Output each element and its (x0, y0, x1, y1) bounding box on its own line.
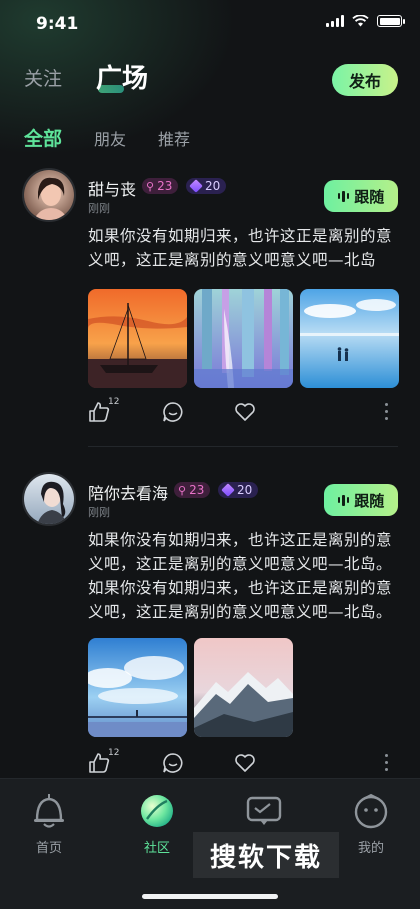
comment-icon (163, 402, 183, 422)
post-photo[interactable] (194, 638, 293, 737)
tab-follow[interactable]: 关注 (24, 64, 62, 91)
follow-label: 跟随 (354, 188, 385, 206)
more-options-icon[interactable] (385, 403, 388, 420)
level-badge: ⚲ 23 (142, 178, 179, 194)
gem-badge: 20 (186, 178, 227, 194)
post-text: 如果你没有如期归来，也许这正是离别的意义吧，这正是离别的意义吧意义吧—北岛。如果… (88, 531, 393, 621)
username[interactable]: 甜与丧 (88, 176, 136, 200)
more-options-icon[interactable] (385, 754, 388, 771)
like-count: 12 (108, 748, 120, 758)
sub-tabs: 全部 朋友 推荐 (24, 124, 222, 151)
bell-icon (34, 794, 64, 828)
tab-square-label: 广场 (96, 64, 149, 94)
post-photo[interactable] (300, 289, 399, 388)
top-nav: 关注 广场 发布 (0, 58, 420, 98)
username[interactable]: 陪你去看海 (88, 480, 168, 504)
post-text: 如果你没有如期归来，也许这正是离别的意义吧，这正是离别的意义吧意义吧—北岛 (88, 227, 393, 269)
avatar[interactable] (22, 168, 76, 222)
post-actions: 12 (88, 748, 398, 778)
subtab-recommend[interactable]: 推荐 (158, 126, 190, 150)
level-badge-value: 23 (189, 483, 205, 497)
tab-messages[interactable] (229, 791, 299, 831)
gem-icon (189, 179, 203, 193)
post-photo[interactable] (88, 638, 187, 737)
face-icon (354, 793, 388, 829)
status-bar: 9:41 (0, 0, 420, 48)
follow-label: 跟随 (354, 492, 385, 510)
publish-button[interactable]: 发布 (332, 64, 398, 96)
battery-icon (377, 15, 405, 27)
heart-icon (235, 754, 255, 772)
favorite-button[interactable] (234, 401, 256, 427)
tab-profile-label: 我的 (357, 841, 384, 856)
comment-button[interactable] (162, 752, 184, 778)
favorite-button[interactable] (234, 752, 256, 778)
post-card: 陪你去看海 ⚲ 23 20 刚刚 跟随 如果你没有如期归来，也许这正是离别的意义… (0, 472, 420, 778)
tab-community-label: 社区 (143, 841, 170, 856)
subtab-all[interactable]: 全部 (24, 124, 62, 151)
status-time: 9:41 (36, 14, 79, 34)
planet-icon (141, 795, 173, 827)
home-indicator (142, 894, 278, 899)
gem-badge-value: 20 (205, 179, 221, 193)
follow-button[interactable]: 跟随 (324, 180, 398, 212)
search-level-icon: ⚲ (178, 483, 187, 497)
comment-button[interactable] (162, 401, 184, 427)
message-tv-icon (246, 796, 282, 825)
wifi-icon (352, 15, 369, 27)
tab-profile[interactable]: 我的 (336, 791, 406, 856)
thumbs-up-icon (89, 753, 110, 773)
level-badge-value: 23 (157, 179, 173, 193)
gem-icon (221, 483, 235, 497)
level-badge: ⚲ 23 (174, 482, 211, 498)
comment-icon (163, 753, 183, 773)
post-photo[interactable] (194, 289, 293, 388)
tab-square[interactable]: 广场 (96, 58, 148, 95)
sound-wave-icon (337, 494, 350, 506)
like-count: 12 (108, 397, 120, 407)
divider (88, 446, 398, 447)
cellular-signal-icon (326, 15, 344, 27)
subtab-friends[interactable]: 朋友 (94, 126, 126, 150)
tab-home[interactable]: 首页 (14, 791, 84, 856)
watermark: 搜软下载 (193, 832, 339, 878)
gem-badge: 20 (218, 482, 259, 498)
search-level-icon: ⚲ (146, 179, 155, 193)
avatar[interactable] (22, 472, 76, 526)
like-button[interactable]: 12 (88, 397, 119, 427)
thumbs-up-icon (89, 402, 110, 422)
post-photo[interactable] (88, 289, 187, 388)
heart-icon (235, 403, 255, 421)
follow-button[interactable]: 跟随 (324, 484, 398, 516)
like-button[interactable]: 12 (88, 748, 119, 778)
post-actions: 12 (88, 397, 398, 427)
post-card: 甜与丧 ⚲ 23 20 刚刚 跟随 如果你没有如期归来，也许这正是离别的意义吧，… (0, 168, 420, 448)
post-time: 刚刚 (88, 202, 110, 215)
sound-wave-icon (337, 190, 350, 202)
status-icons (326, 15, 405, 27)
gem-badge-value: 20 (237, 483, 253, 497)
tab-home-label: 首页 (35, 841, 62, 856)
tab-community[interactable]: 社区 (122, 791, 192, 856)
post-time: 刚刚 (88, 506, 110, 519)
